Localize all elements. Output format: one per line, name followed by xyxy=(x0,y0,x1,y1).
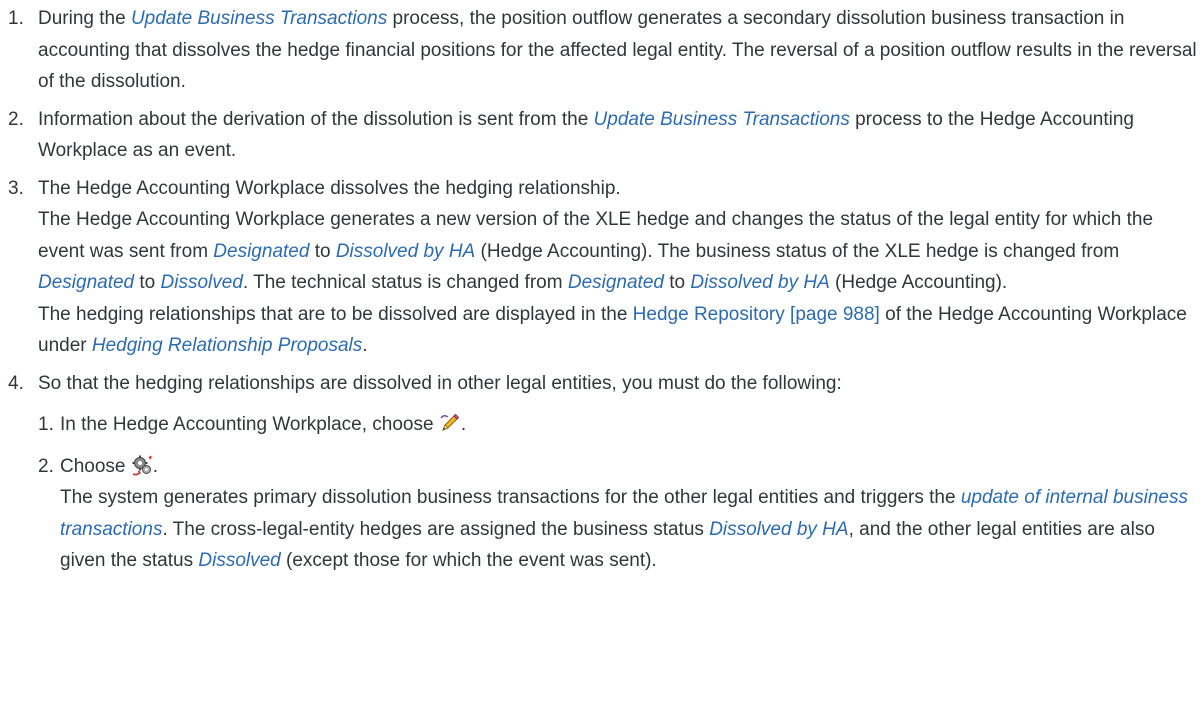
emphasized-term: Designated xyxy=(38,272,135,293)
paragraph: The Hedge Accounting Workplace dissolves… xyxy=(38,173,1204,205)
emphasized-term: Designated xyxy=(567,272,664,293)
text-run: . The technical status is changed from xyxy=(242,272,568,293)
text-run: . xyxy=(152,455,159,477)
paragraph: The Hedge Accounting Workplace generates… xyxy=(38,204,1204,299)
emphasized-term: Hedging Relationship Proposals xyxy=(91,335,363,356)
paragraph: In the Hedge Accounting Workplace, choos… xyxy=(60,409,1204,441)
text-run: to xyxy=(134,272,161,293)
text-run: Information about the derivation of the … xyxy=(38,108,594,130)
text-run: (Hedge Accounting). xyxy=(829,272,1008,293)
text-run: (except those for which the event was se… xyxy=(280,550,657,571)
document-body: 1. During the Update Business Transaction… xyxy=(0,0,1204,577)
emphasized-term: Dissolved xyxy=(198,550,281,571)
list-item-number: 3. xyxy=(8,177,24,199)
sub-list-item-number: 2. xyxy=(38,455,54,477)
text-run: The Hedge Accounting Workplace dissolves… xyxy=(38,177,621,199)
text-run: Choose xyxy=(60,455,131,477)
emphasized-term: Dissolved by HA xyxy=(335,240,476,262)
text-run: . xyxy=(460,414,467,435)
paragraph: The system generates primary dissolution… xyxy=(60,482,1204,577)
edit-pencil-icon[interactable] xyxy=(439,412,461,434)
list-item: 2. Information about the derivation of th… xyxy=(0,104,1204,167)
emphasized-term: Update Business Transactions xyxy=(130,8,388,29)
paragraph: So that the hedging relationships are di… xyxy=(38,368,1204,400)
text-run: The hedging relationships that are to be… xyxy=(38,303,633,325)
text-run: In the Hedge Accounting Workplace, choos… xyxy=(60,414,439,435)
text-run: During the xyxy=(38,8,131,29)
paragraph: Choose . xyxy=(60,451,1204,483)
paragraph: The hedging relationships that are to be… xyxy=(38,299,1204,362)
text-run: So that the hedging relationships are di… xyxy=(38,372,842,394)
process-gears-icon[interactable] xyxy=(131,454,153,476)
paragraph: During the Update Business Transactions … xyxy=(38,3,1204,98)
sub-list-item: 1. In the Hedge Accounting Workplace, cho… xyxy=(0,409,1204,441)
list-item-number: 1. xyxy=(8,8,24,29)
text-run: . xyxy=(362,335,368,356)
paragraph: Information about the derivation of the … xyxy=(38,104,1204,167)
list-item: 4. So that the hedging relationships are … xyxy=(0,368,1204,577)
list-item: 1. During the Update Business Transaction… xyxy=(0,3,1204,98)
text-run: (Hedge Accounting). The business status … xyxy=(475,240,1120,262)
emphasized-term: Update Business Transactions xyxy=(593,108,850,130)
text-run: The system generates primary dissolution… xyxy=(60,487,961,508)
emphasized-term: Dissolved by HA xyxy=(690,272,830,293)
emphasized-term: Designated xyxy=(213,240,310,262)
sub-list-item-number: 1. xyxy=(38,414,54,435)
text-run: to xyxy=(663,272,691,293)
list-item: 3. The Hedge Accounting Workplace dissolv… xyxy=(0,173,1204,362)
text-run: . The cross-legal-entity hedges are assi… xyxy=(162,518,710,540)
text-run: to xyxy=(309,240,336,262)
sub-list: 1. In the Hedge Accounting Workplace, cho… xyxy=(0,409,1204,577)
cross-reference-link[interactable]: Hedge Repository [page 988] xyxy=(633,304,880,325)
sub-list-item: 2. Choose . The system generates primary d… xyxy=(0,451,1204,577)
emphasized-term: Dissolved by HA xyxy=(709,518,849,540)
list-item-number: 2. xyxy=(8,108,24,130)
emphasized-term: Dissolved xyxy=(160,272,243,293)
list-item-number: 4. xyxy=(8,372,24,394)
